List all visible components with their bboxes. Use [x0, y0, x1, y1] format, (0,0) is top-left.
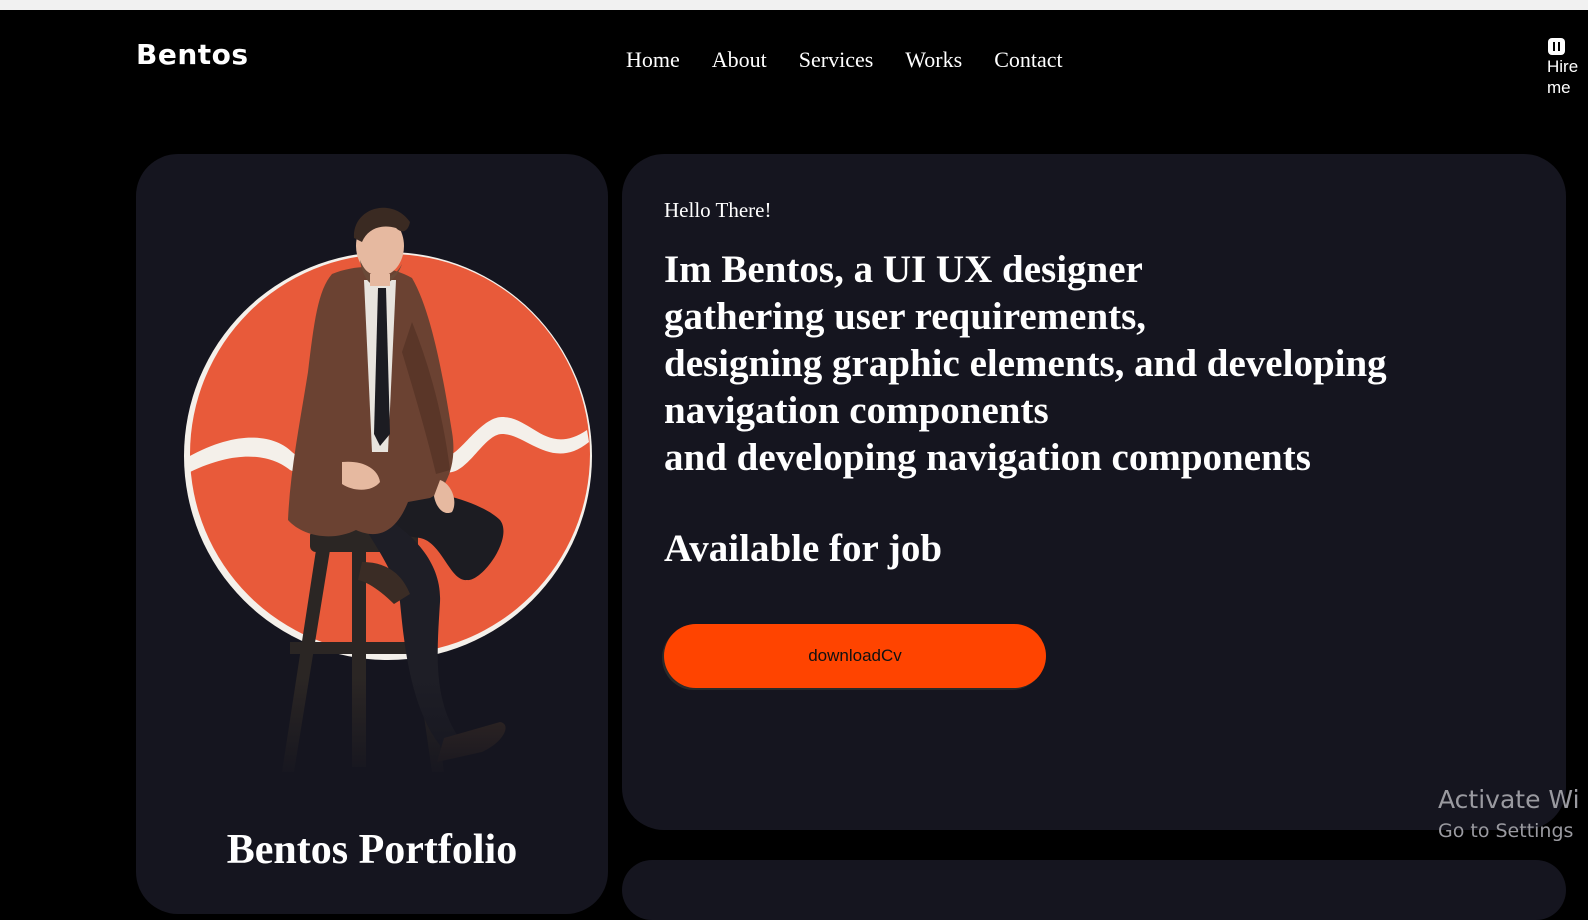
- headline-line: designing graphic elements, and developi…: [664, 342, 1387, 385]
- hire-me-label-line1: Hire: [1547, 57, 1579, 76]
- hire-me-label-line2: me: [1547, 78, 1571, 97]
- watermark-line2: Go to Settings: [1438, 820, 1574, 842]
- main-nav: Home About Services Works Contact: [626, 47, 1063, 73]
- nav-services-link[interactable]: Services: [799, 47, 874, 73]
- next-section-card: [622, 860, 1566, 920]
- pause-icon: [1548, 38, 1565, 55]
- profile-card: Bentos Portfolio: [136, 154, 608, 914]
- hero-headline: Im Bentos, a UI UX designer gathering us…: [664, 246, 1387, 481]
- windows-activation-watermark: Activate Wi Go to Settings: [1438, 784, 1588, 846]
- greeting-text: Hello There!: [664, 198, 772, 222]
- availability-text: Available for job: [664, 527, 943, 570]
- headline-line: and developing navigation components: [664, 436, 1311, 479]
- browser-top-strip: [0, 0, 1588, 10]
- nav-works-link[interactable]: Works: [905, 47, 962, 73]
- nav-home-link[interactable]: Home: [626, 47, 680, 73]
- site-logo[interactable]: Bentos: [136, 38, 249, 71]
- nav-about-link[interactable]: About: [712, 47, 767, 73]
- profile-photo: [182, 202, 602, 782]
- portfolio-title: Bentos Portfolio: [226, 827, 518, 873]
- watermark-line1: Activate Wi: [1438, 785, 1580, 814]
- headline-line: Im Bentos, a UI UX designer: [664, 248, 1143, 291]
- hero-card: Hello There! Im Bentos, a UI UX designer…: [622, 154, 1566, 830]
- headline-line: gathering user requirements,: [664, 295, 1147, 338]
- download-cv-button[interactable]: downloadCv: [664, 624, 1046, 688]
- hire-me-button[interactable]: Hire me: [1547, 38, 1588, 98]
- headline-line: navigation components: [664, 389, 1049, 432]
- nav-contact-link[interactable]: Contact: [994, 47, 1062, 73]
